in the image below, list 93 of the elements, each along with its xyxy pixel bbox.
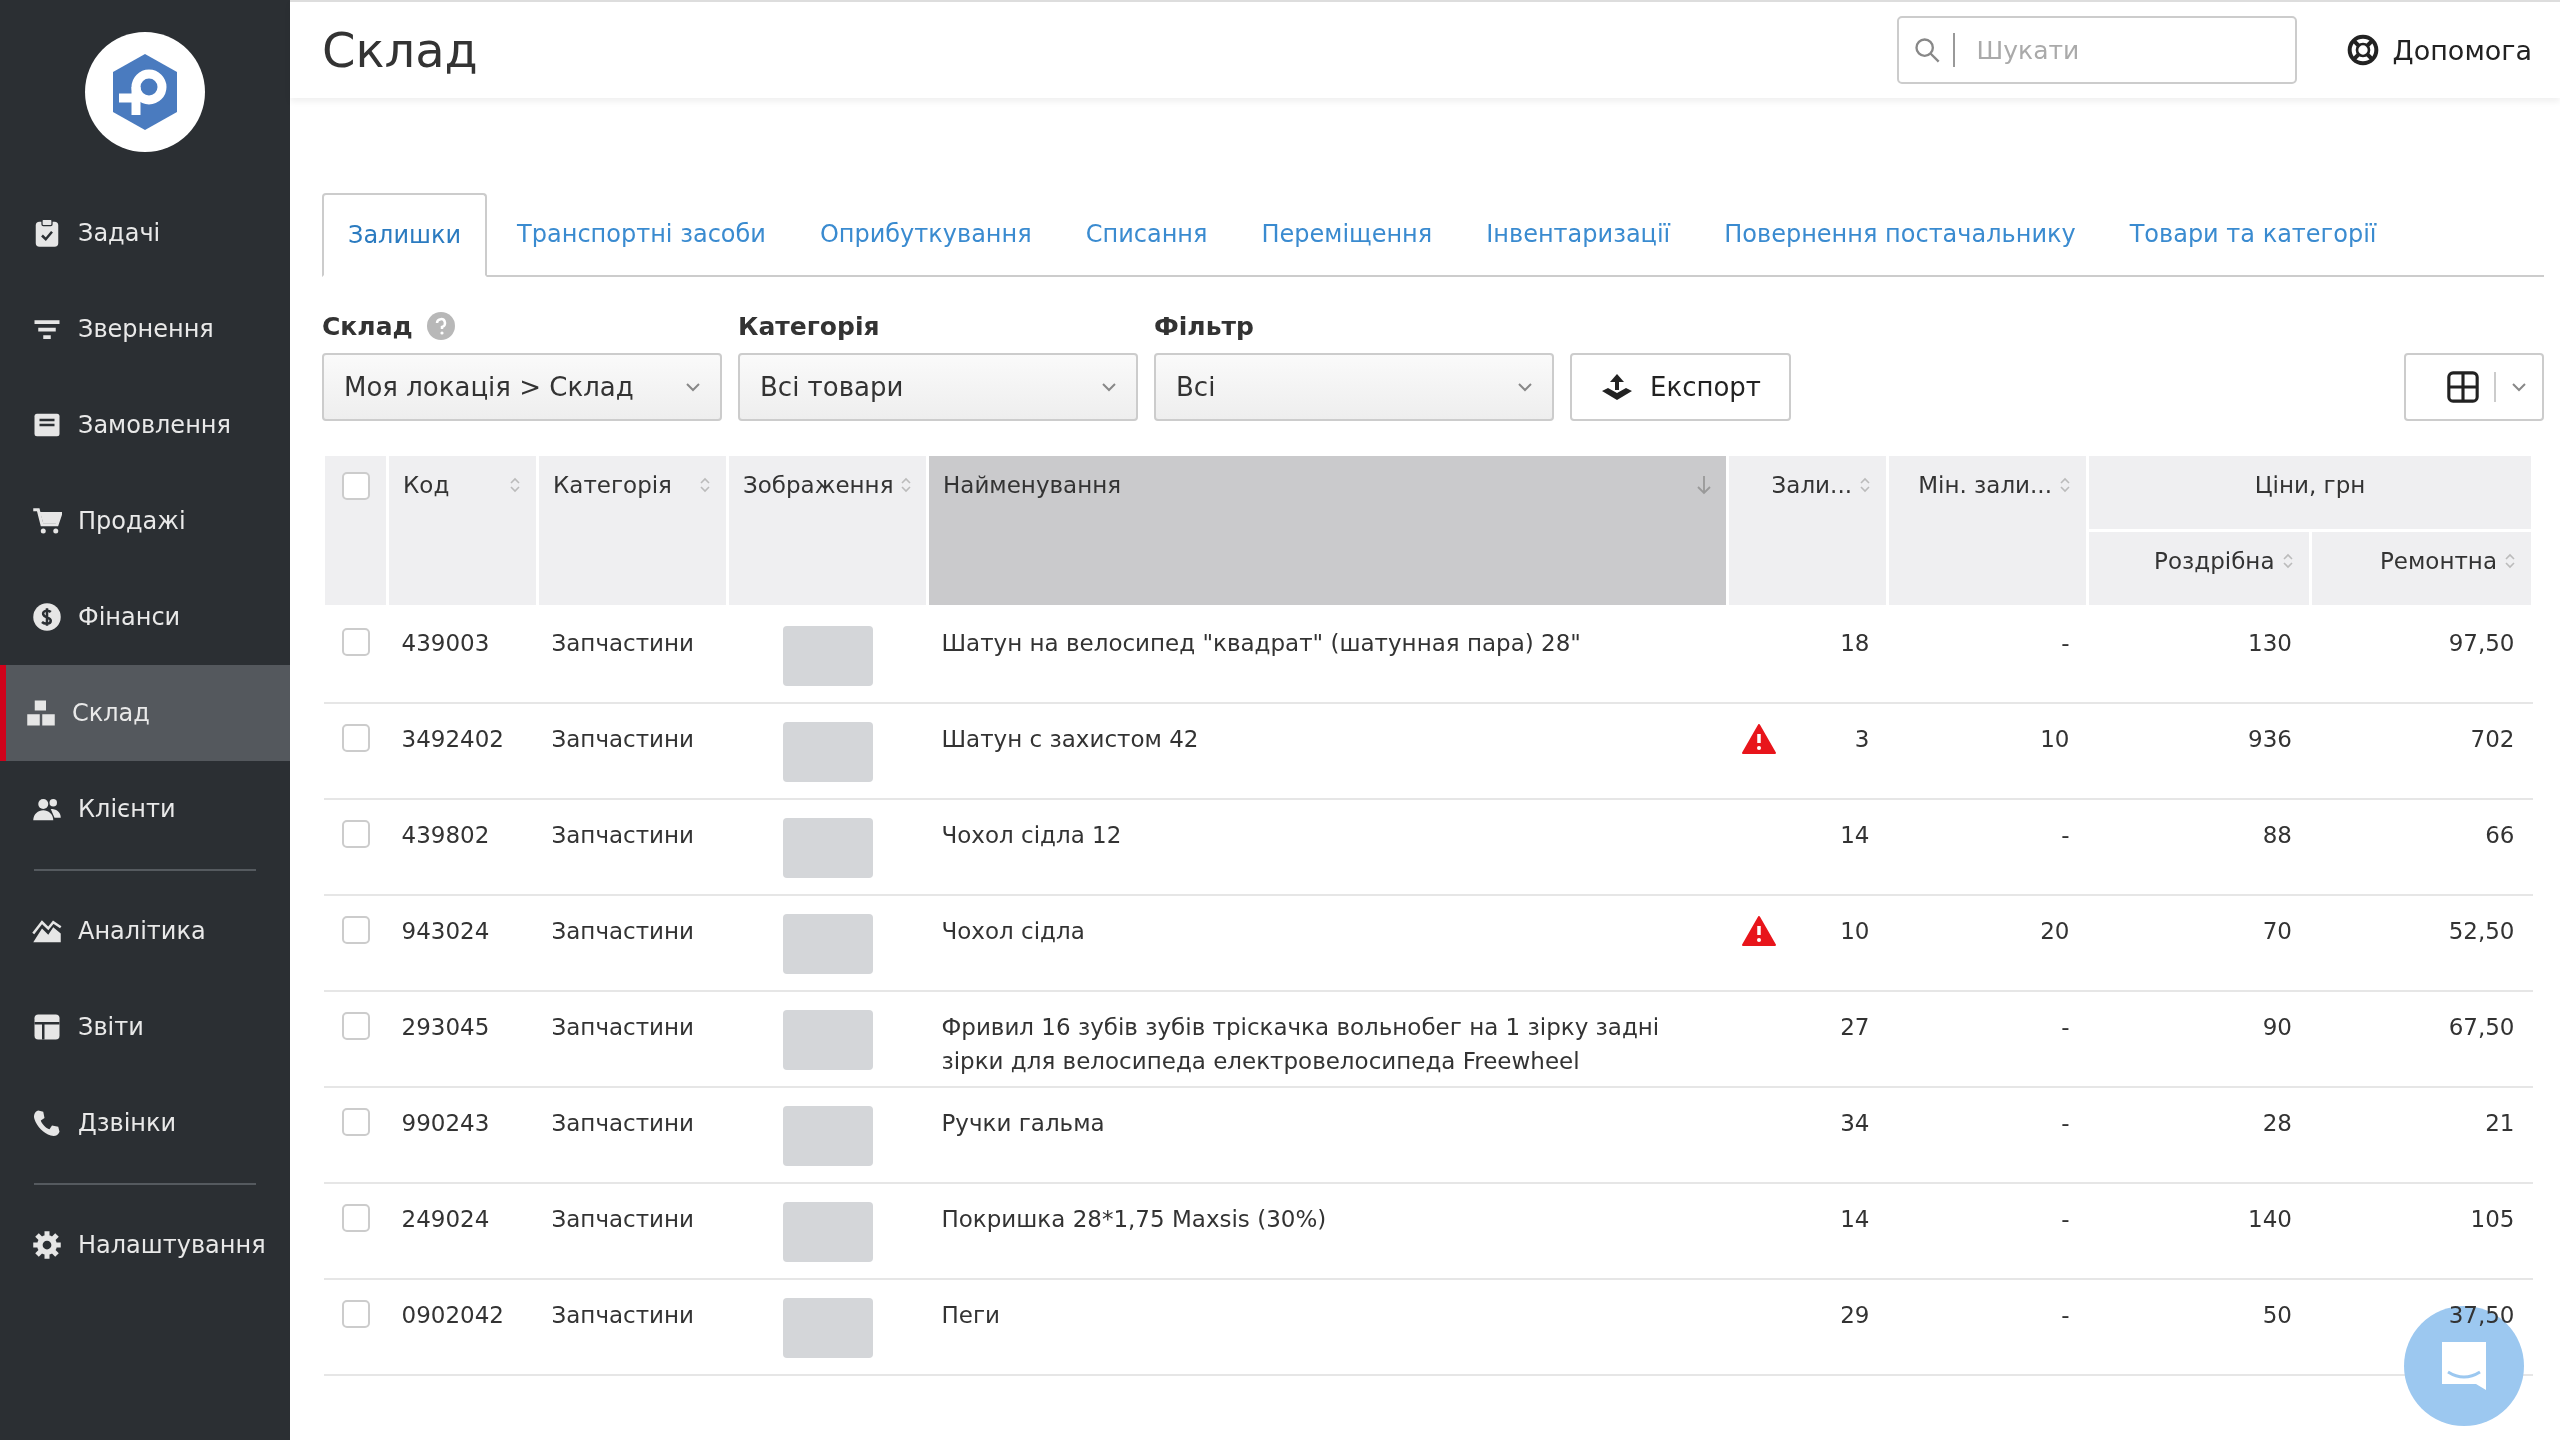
nav-item[interactable]: Склад — [0, 665, 290, 761]
table-cell: Запчастини — [537, 798, 728, 895]
column-header[interactable]: Ремонтна — [2380, 548, 2497, 574]
table-cell: Чохол сідла — [927, 894, 1728, 991]
search-field[interactable]: Шукати — [1896, 16, 2297, 84]
column-group-header: Ціни, грн — [2254, 472, 2366, 498]
dropdown[interactable]: Моя локація > Склад — [322, 353, 722, 421]
table-cell: Шатун на велосипед "квадрат" (шатунная пара) 28" — [927, 606, 1728, 703]
table-cell: 28 — [2087, 1086, 2310, 1183]
column-header[interactable]: Зображення — [743, 472, 894, 498]
table-cell: Запчастини — [537, 990, 728, 1087]
help-link[interactable]: Допомога — [2346, 34, 2532, 66]
column-header[interactable]: Найменування — [943, 472, 1122, 498]
table-cell: Шатун с захистом 42 — [927, 702, 1728, 799]
nav-item[interactable]: Замовлення — [0, 377, 290, 473]
column-header[interactable]: Категорія — [553, 472, 672, 498]
table-cell-text: 18 — [1840, 629, 1870, 658]
table-cell: 0902042 — [387, 1278, 538, 1375]
column-header[interactable]: Зали... — [1771, 472, 1852, 498]
nav-item[interactable]: Аналітика — [0, 883, 290, 979]
dropdown[interactable]: Всі — [1154, 353, 1554, 421]
table-cell: Ручки гальма — [927, 1086, 1728, 1183]
nav-item[interactable]: Задачі — [0, 185, 290, 281]
table-cell: 439802 — [387, 798, 538, 895]
tab[interactable]: Товари та категорії — [2105, 193, 2401, 275]
dropdown[interactable]: Всі товари — [738, 353, 1138, 421]
table-cell: 936 — [2087, 702, 2310, 799]
table-cell: 66 — [2310, 798, 2533, 895]
nav-item[interactable]: Фінанси — [0, 569, 290, 665]
table-cell: Пеги — [927, 1278, 1728, 1375]
table-cell: 70 — [2087, 894, 2310, 991]
table-cell: - — [1887, 798, 2088, 895]
table-cell: Фривил 16 зубів зубів тріскачка вольнобег на 1 зірку задні зірки для велосипеда електровелосипеда Freewheel — [927, 990, 1728, 1087]
table-cell-text: 14 — [1840, 1204, 1870, 1234]
table-cell-text: 14 — [1840, 820, 1870, 850]
table-cell: 943024 — [387, 894, 538, 991]
table-cell: - — [1887, 1086, 2088, 1183]
table-cell: Чохол сідла 12 — [927, 798, 1728, 895]
table-cell: 21 — [2310, 1086, 2533, 1183]
table-cell: - — [1887, 606, 2088, 703]
table-cell: 67,50 — [2310, 990, 2533, 1087]
filter-label: Категорія — [738, 311, 880, 341]
export-button[interactable]: Експорт — [1570, 353, 1791, 421]
table-cell: Запчастини — [537, 1182, 728, 1279]
table-cell: 293045 — [387, 990, 538, 1087]
column-header[interactable]: Мін. зали... — [1918, 472, 2052, 498]
table-cell-text: 10 — [1840, 916, 1870, 946]
table-cell: Запчастини — [537, 1278, 728, 1375]
table-cell: 97,50 — [2310, 606, 2533, 703]
table-cell: 50 — [2087, 1278, 2310, 1375]
nav-item[interactable]: Продажі — [0, 473, 290, 569]
table-cell-text: 34 — [1840, 1108, 1870, 1138]
table-cell: 702 — [2310, 702, 2533, 799]
nav-item[interactable]: Клієнти — [0, 761, 290, 857]
column-header[interactable]: Код — [403, 472, 450, 498]
nav-item[interactable]: Звіти — [0, 979, 290, 1075]
table-cell: 10 — [1887, 702, 2088, 799]
tab[interactable]: Повернення постачальнику — [1700, 193, 2100, 275]
table-cell: 249024 — [387, 1182, 538, 1279]
filter-label: Фільтр — [1154, 311, 1254, 341]
table-cell-text: 29 — [1840, 1300, 1870, 1330]
column-header[interactable]: Роздрібна — [2154, 548, 2275, 574]
table-cell: Запчастини — [537, 1086, 728, 1183]
table-cell: - — [1887, 990, 2088, 1087]
table-cell-text: 3 — [1854, 724, 1870, 754]
table-cell-text: 27 — [1840, 1012, 1870, 1042]
tab[interactable]: Транспортні засоби — [493, 193, 790, 275]
table-cell: Запчастини — [537, 702, 728, 799]
table-cell: 90 — [2087, 990, 2310, 1087]
tab[interactable]: Переміщення — [1237, 193, 1457, 275]
nav-item[interactable]: Налаштування — [0, 1197, 290, 1293]
nav-item[interactable]: Дзвінки — [0, 1075, 290, 1171]
table-cell: 52,50 — [2310, 894, 2533, 991]
tab[interactable]: Оприбуткування — [795, 193, 1056, 275]
table-cell: 130 — [2087, 606, 2310, 703]
page-title: Склад — [322, 22, 479, 78]
nav-item[interactable]: Звернення — [0, 281, 290, 377]
tab[interactable]: Залишки — [322, 193, 488, 277]
tab[interactable]: Списання — [1061, 193, 1232, 275]
table-cell: 105 — [2310, 1182, 2533, 1279]
table-cell: 439003 — [387, 606, 538, 703]
filter-label: Склад — [322, 311, 413, 341]
tab[interactable]: Інвентаризації — [1462, 193, 1695, 275]
table-cell: 140 — [2087, 1182, 2310, 1279]
table-cell: - — [1887, 1182, 2088, 1279]
table-cell: 3492402 — [387, 702, 538, 799]
table-cell: Запчастини — [537, 894, 728, 991]
table-cell: 88 — [2087, 798, 2310, 895]
table-cell: Запчастини — [537, 606, 728, 703]
table-cell: 20 — [1887, 894, 2088, 991]
table-cell: - — [1887, 1278, 2088, 1375]
table-cell: Покришка 28*1,75 Maxsis (30%) — [927, 1182, 1728, 1279]
table-cell: 990243 — [387, 1086, 538, 1183]
